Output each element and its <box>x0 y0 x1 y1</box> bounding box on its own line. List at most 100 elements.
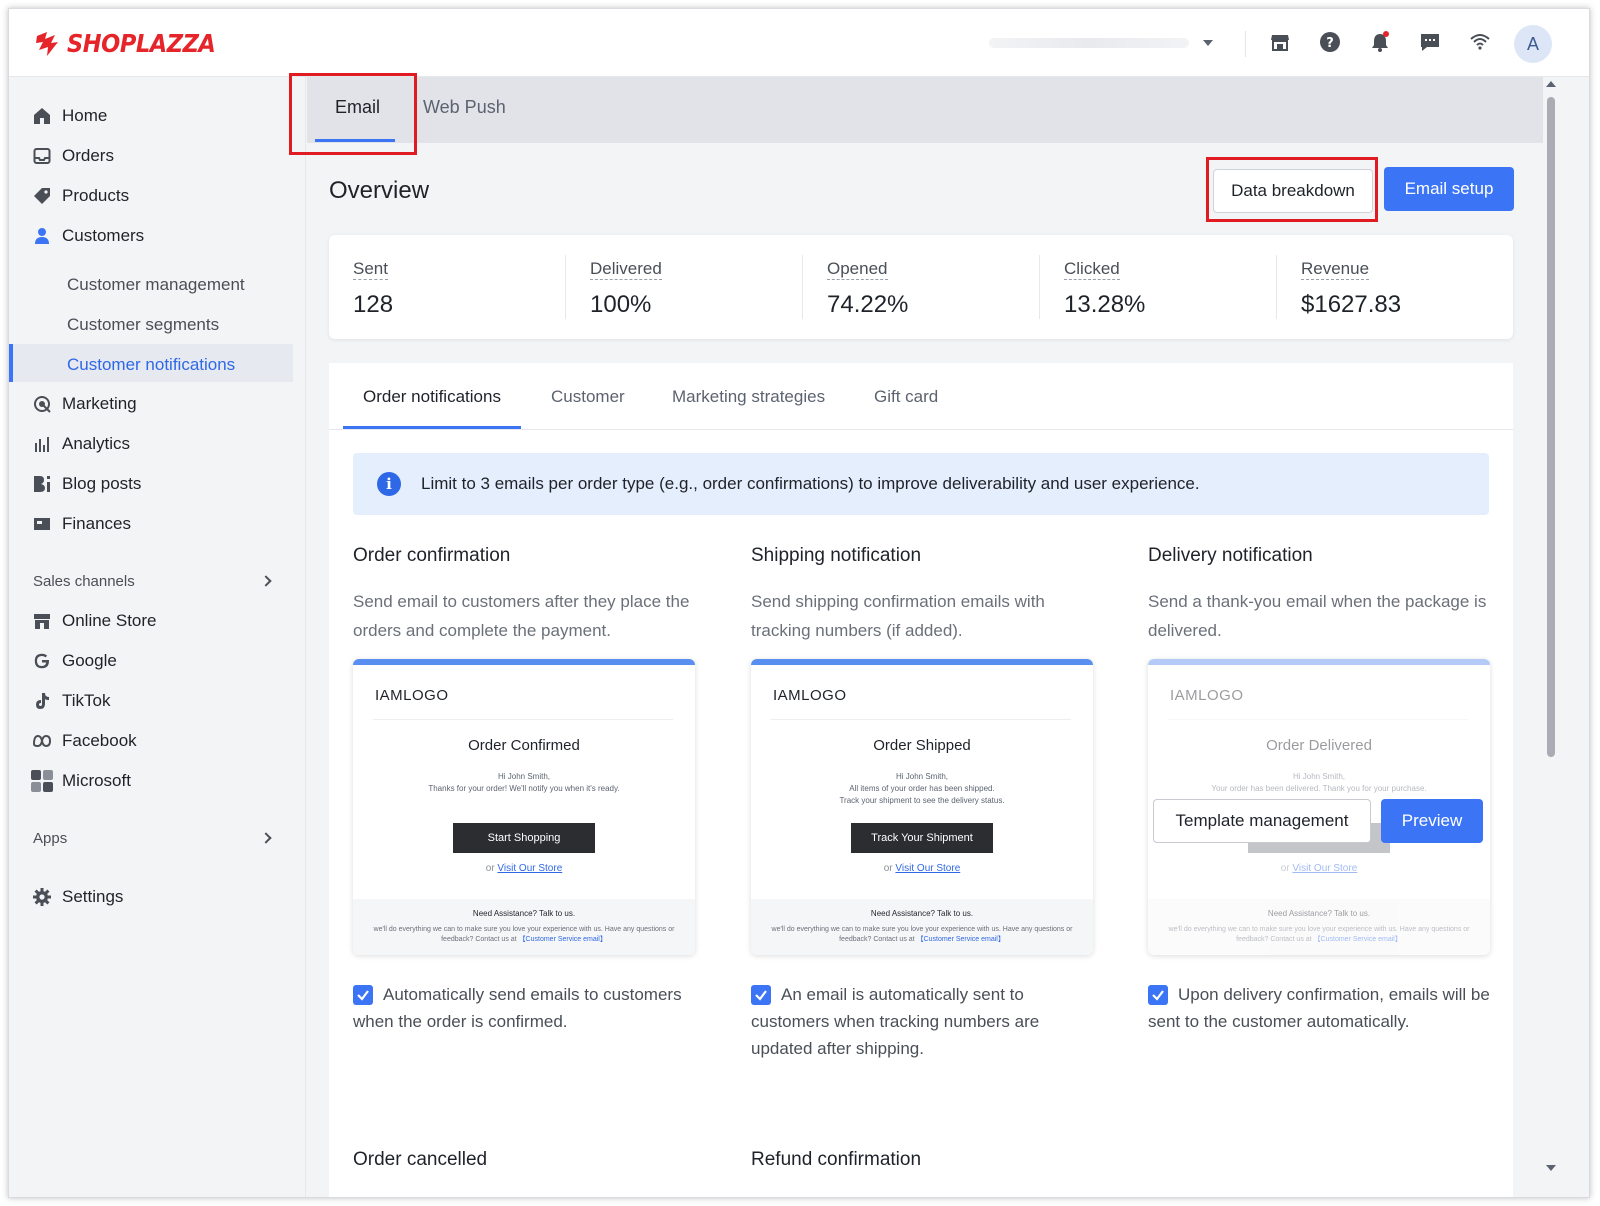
sidebar-item-label: Facebook <box>62 731 137 750</box>
store-icon[interactable] <box>1267 29 1293 55</box>
store-name-redacted <box>989 38 1189 48</box>
tiktok-icon <box>31 690 53 712</box>
tab-customer[interactable]: Customer <box>551 387 625 407</box>
stat-label: Delivered <box>590 259 662 280</box>
store-icon <box>31 610 53 632</box>
notification-title: Delivery notification <box>1148 545 1313 566</box>
meta-icon <box>31 730 53 752</box>
sidebar-item-microsoft[interactable]: Microsoft <box>9 762 293 800</box>
template-heading: Order Shipped <box>873 737 971 754</box>
sidebar-item-facebook[interactable]: Facebook <box>9 722 293 760</box>
sidebar-item-settings[interactable]: Settings <box>9 878 293 916</box>
sidebar-item-label: Customers <box>62 226 145 245</box>
tab-divider <box>329 429 1513 430</box>
microsoft-icon <box>31 770 53 792</box>
brand-name: SHOPLAZZA <box>67 29 216 58</box>
sidebar-subitem-customer-notifications[interactable]: Customer notifications <box>67 355 235 375</box>
wifi-icon[interactable] <box>1467 29 1493 55</box>
template-preview-card[interactable]: IAMLOGO Order Shipped Hi John Smith, All… <box>751 659 1093 955</box>
stat-sent: Sent 128 <box>329 235 565 339</box>
template-store-link: or Visit Our Store <box>751 863 1093 874</box>
sidebar-item-home[interactable]: Home <box>9 97 293 135</box>
store-selector[interactable] <box>989 31 1219 55</box>
template-message: All items of your order has been shipped… <box>849 784 995 793</box>
template-heading: Order Delivered <box>1266 737 1372 754</box>
sidebar-item-products[interactable]: Products <box>9 177 293 215</box>
sidebar-item-label: Blog posts <box>62 474 142 493</box>
footer-email-link: 【Customer Service email】 <box>916 936 1005 943</box>
finances-icon <box>31 513 53 535</box>
preview-button[interactable]: Preview <box>1381 799 1483 843</box>
template-footer-heading: Need Assistance? Talk to us. <box>1267 909 1371 918</box>
info-icon: i <box>377 472 401 496</box>
template-body: Hi John Smith, All items of your order h… <box>751 771 1093 807</box>
sidebar-item-online-store[interactable]: Online Store <box>9 602 293 640</box>
info-text: Limit to 3 emails per order type (e.g., … <box>421 474 1200 493</box>
tab-web-push[interactable]: Web Push <box>423 97 506 118</box>
sidebar-item-google[interactable]: Google <box>9 642 293 680</box>
template-footer: Need Assistance? Talk to us. we'll do ev… <box>353 899 695 955</box>
email-setup-button[interactable]: Email setup <box>1384 167 1514 211</box>
template-or-text: or <box>485 863 495 874</box>
help-icon[interactable]: ? <box>1317 29 1343 55</box>
scroll-down-icon[interactable] <box>1546 1165 1556 1171</box>
sidebar-item-label: Online Store <box>62 611 157 630</box>
sidebar-item-label: Home <box>62 106 108 125</box>
template-footer-heading: Need Assistance? Talk to us. <box>870 909 974 918</box>
template-store-link: or Visit Our Store <box>1148 863 1490 874</box>
highlight-box-data-breakdown <box>1206 157 1378 222</box>
bell-icon[interactable] <box>1367 29 1393 55</box>
stat-label: Revenue <box>1301 259 1370 280</box>
tab-active-underline <box>343 426 521 429</box>
tab-gift-card[interactable]: Gift card <box>874 387 938 407</box>
scrollbar-thumb[interactable] <box>1547 97 1555 757</box>
scroll-up-icon[interactable] <box>1546 81 1556 87</box>
orders-icon <box>31 145 53 167</box>
sidebar-item-tiktok[interactable]: TikTok <box>9 682 293 720</box>
sidebar-item-orders[interactable]: Orders <box>9 137 293 175</box>
sidebar-subitem-customer-management[interactable]: Customer management <box>67 275 245 295</box>
template-management-button[interactable]: Template management <box>1153 799 1371 843</box>
template-message: Thanks for your order! We'll notify you … <box>428 784 620 793</box>
card-accent <box>353 659 695 665</box>
sidebar-item-label: TikTok <box>62 691 111 710</box>
chevron-right-icon[interactable] <box>260 575 272 587</box>
shoplazza-logo-icon <box>36 31 58 56</box>
gear-icon <box>31 886 53 908</box>
chat-icon[interactable] <box>1417 29 1443 55</box>
apps-label: Apps <box>33 830 68 847</box>
sidebar-subitem-customer-segments[interactable]: Customer segments <box>67 315 219 335</box>
card-accent <box>751 659 1093 665</box>
logo[interactable]: SHOPLAZZA <box>33 29 232 58</box>
divider <box>373 719 673 720</box>
template-greeting: Hi John Smith, <box>1292 772 1346 781</box>
sidebar-item-analytics[interactable]: Analytics <box>9 425 293 463</box>
avatar[interactable]: A <box>1514 25 1552 63</box>
divider <box>1245 31 1246 57</box>
sidebar-item-label: Products <box>62 186 130 205</box>
sidebar-item-blog-posts[interactable]: Blog posts <box>9 465 293 503</box>
chevron-right-icon[interactable] <box>260 832 272 844</box>
sidebar-item-label: Orders <box>62 146 114 165</box>
template-cta-button: Track Your Shipment <box>851 823 993 853</box>
sidebar-item-customers[interactable]: Customers <box>9 217 293 255</box>
sales-channels-label: Sales channels <box>33 573 135 590</box>
svg-text:?: ? <box>1326 36 1334 51</box>
sidebar-item-label: Marketing <box>62 394 137 413</box>
template-footer-text: we'll do everything we can to make sure … <box>373 925 675 945</box>
tab-order-notifications[interactable]: Order notifications <box>363 387 501 407</box>
template-logo: IAMLOGO <box>773 687 847 704</box>
template-or-text: or <box>1280 863 1290 874</box>
header-icons: ? <box>1267 29 1493 55</box>
template-preview-card[interactable]: IAMLOGO Order Confirmed Hi John Smith, T… <box>353 659 695 955</box>
stat-delivered: Delivered 100% <box>566 235 802 339</box>
tab-marketing-strategies[interactable]: Marketing strategies <box>672 387 825 407</box>
sidebar-item-finances[interactable]: Finances <box>9 505 293 543</box>
auto-send-label: Automatically send emails to customers w… <box>353 985 682 1031</box>
stat-value: 128 <box>353 291 394 318</box>
auto-send-label: An email is automatically sent to custom… <box>751 985 1040 1058</box>
notification-title-refund-confirmation: Refund confirmation <box>751 1149 922 1170</box>
notification-title-order-cancelled: Order cancelled <box>353 1149 488 1170</box>
sidebar-item-label: Google <box>62 651 117 670</box>
sidebar-item-marketing[interactable]: Marketing <box>9 385 293 423</box>
